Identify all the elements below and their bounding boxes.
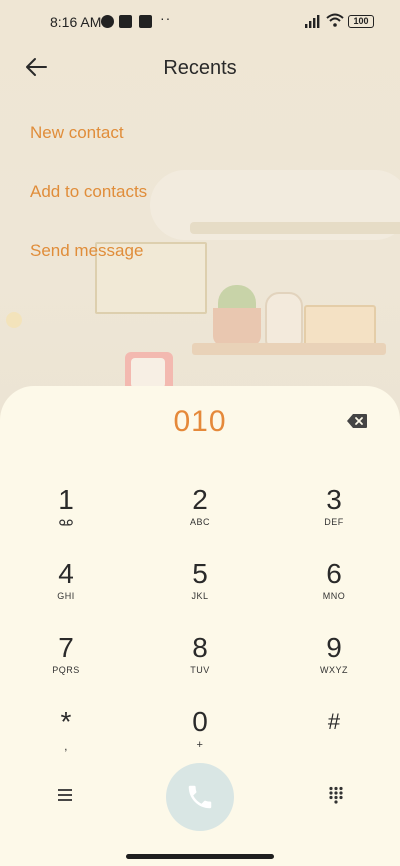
key-letters: +: [196, 739, 204, 751]
key-digit: 8: [192, 632, 208, 663]
menu-icon[interactable]: [56, 787, 74, 803]
voicemail-icon: [59, 519, 73, 526]
send-message-link[interactable]: Send message: [30, 241, 143, 261]
dialpad-icon[interactable]: [328, 786, 344, 804]
dialpad-key-2[interactable]: 2 ABC: [145, 484, 255, 546]
dialpad-key-0[interactable]: 0 +: [145, 706, 255, 768]
notification-icon: [119, 15, 132, 28]
key-digit: #: [327, 709, 341, 734]
key-digit: 4: [58, 558, 74, 589]
key-letters: TUV: [190, 665, 210, 675]
key-digit: 0: [192, 706, 208, 737]
battery-icon: 100: [348, 15, 374, 28]
key-digit: 7: [58, 632, 74, 663]
key-letters: DEF: [324, 517, 344, 527]
add-to-contacts-link[interactable]: Add to contacts: [30, 182, 147, 202]
key-letters: ABC: [189, 517, 210, 527]
dialpad-key-9[interactable]: 9 WXYZ: [279, 632, 389, 694]
signal-icon: [305, 15, 320, 28]
key-digit: 9: [326, 632, 342, 663]
dialed-number: 010: [173, 405, 227, 438]
dialpad-key-6[interactable]: 6 MNO: [279, 558, 389, 620]
home-indicator[interactable]: [126, 854, 274, 859]
key-letters: JKL: [191, 591, 209, 601]
dialpad-key-5[interactable]: 5 JKL: [145, 558, 255, 620]
dialpad-key-8[interactable]: 8 TUV: [145, 632, 255, 694]
key-letters: MNO: [322, 591, 346, 601]
phone-icon: [188, 785, 212, 809]
key-letters: WXYZ: [320, 665, 348, 675]
status-time: 8:16 AM: [50, 14, 102, 30]
key-letters: GHI: [57, 591, 75, 601]
backspace-icon[interactable]: [346, 413, 368, 429]
wifi-icon: [326, 13, 344, 27]
key-digit: 5: [192, 558, 208, 589]
dialpad-key-3[interactable]: 3 DEF: [279, 484, 389, 546]
key-digit: 2: [192, 484, 208, 515]
key-digit: *: [60, 706, 72, 737]
new-contact-link[interactable]: New contact: [30, 123, 124, 143]
key-digit: 1: [58, 484, 74, 515]
dialpad-key-7[interactable]: 7 PQRS: [11, 632, 121, 694]
upload-icon: [139, 15, 152, 28]
page-title: Recents: [163, 57, 237, 79]
status-bar: 8:16 AM ·· 100: [0, 0, 400, 44]
dialpad-key-1[interactable]: 1: [11, 484, 121, 546]
key-digit: 6: [326, 558, 342, 589]
key-digit: 3: [326, 484, 342, 515]
dialpad-key-star[interactable]: * ,: [11, 706, 121, 768]
notification-icon: [101, 15, 114, 28]
key-letters: PQRS: [52, 665, 80, 675]
key-letters: ,: [64, 739, 68, 753]
call-button[interactable]: [166, 763, 234, 831]
more-notifications-icon: ··: [160, 10, 172, 26]
dialpad-key-4[interactable]: 4 GHI: [11, 558, 121, 620]
dialpad-key-hash[interactable]: #: [279, 706, 389, 768]
